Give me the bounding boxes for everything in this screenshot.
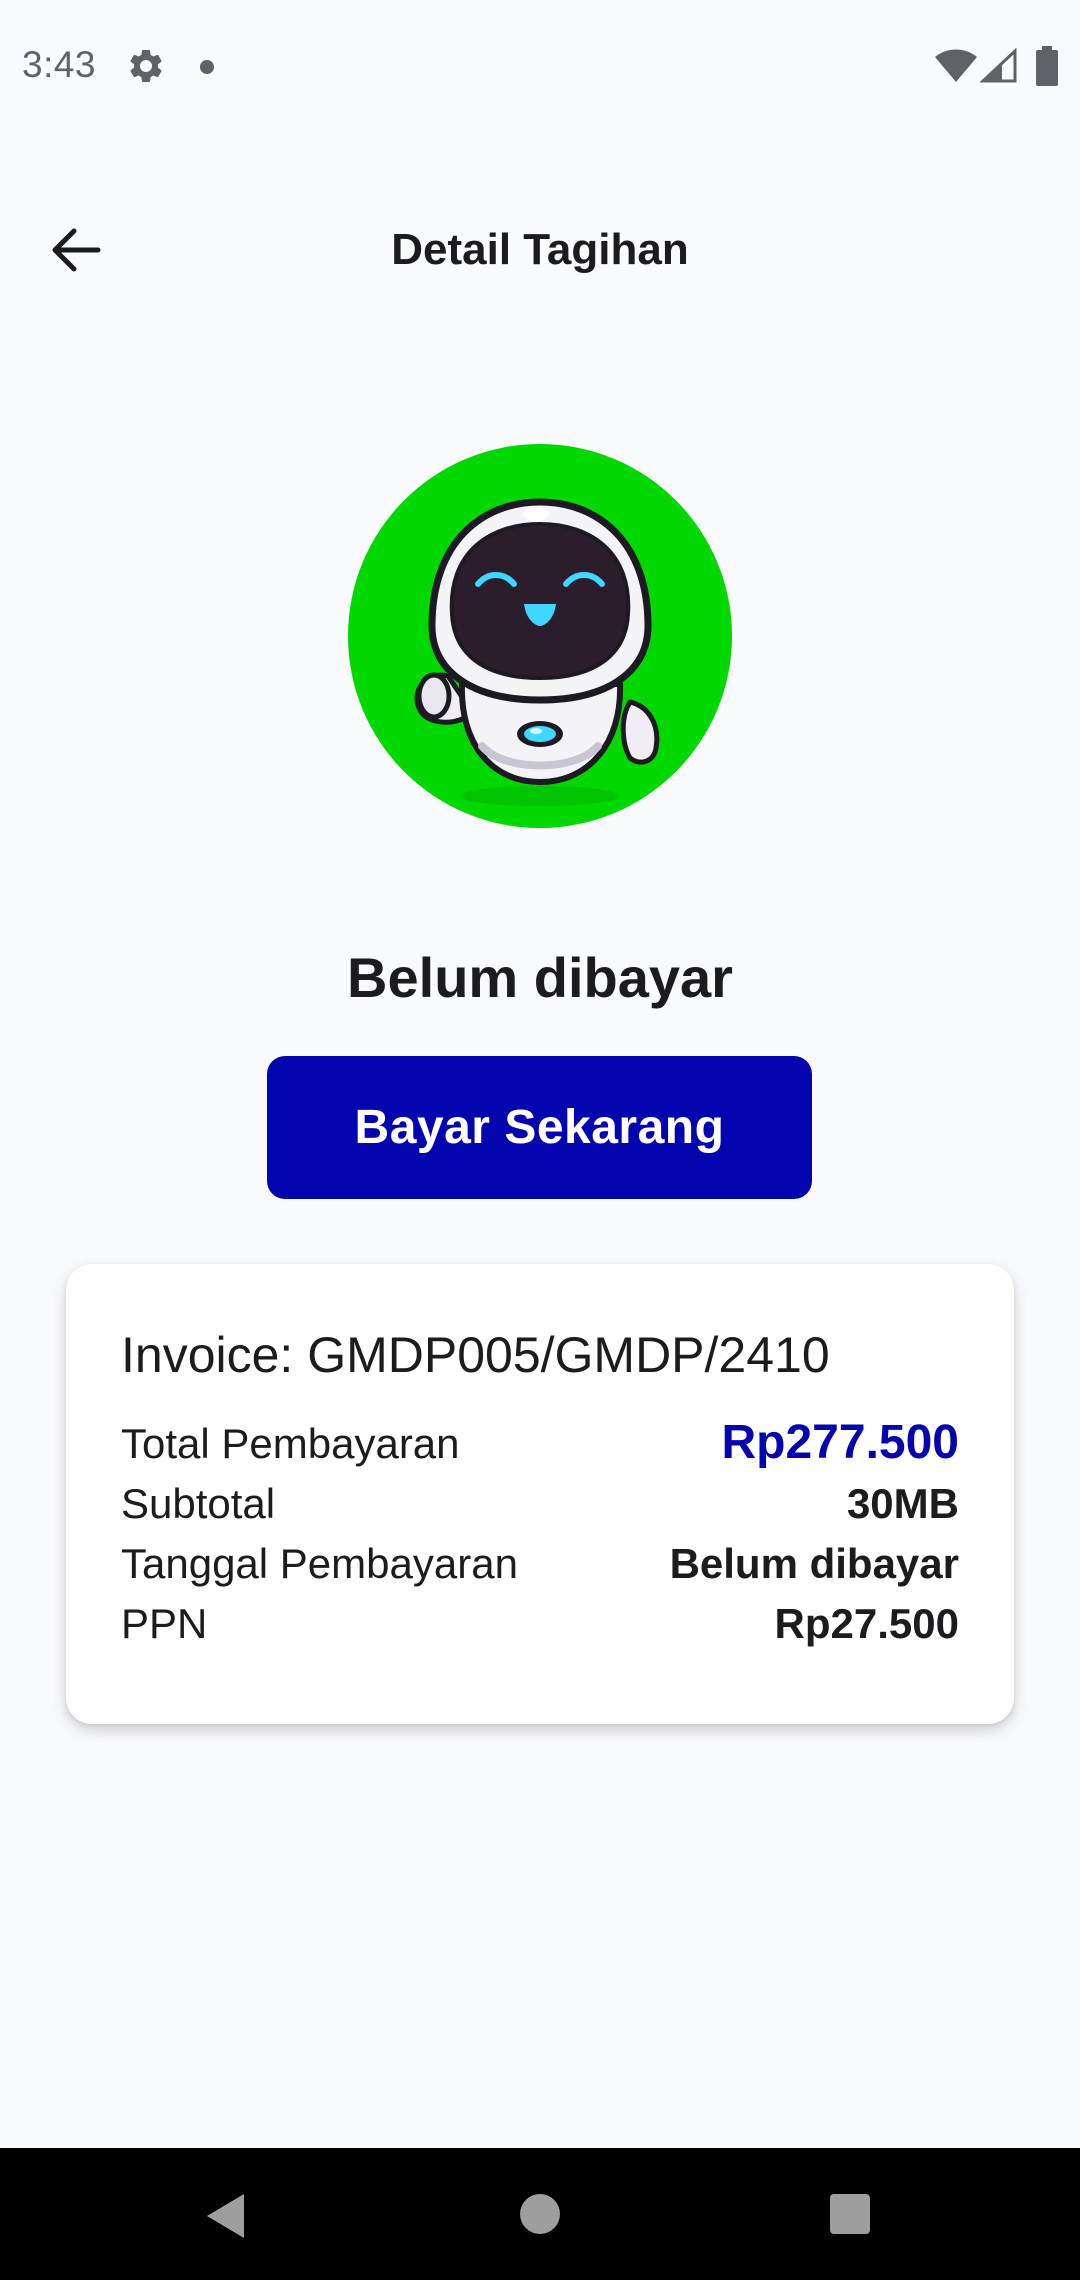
detail-label: Tanggal Pembayaran	[121, 1540, 518, 1587]
arrow-left-icon	[52, 228, 101, 272]
detail-row-total: Total Pembayaran Rp277.500	[121, 1414, 959, 1474]
detail-value: Rp27.500	[774, 1600, 959, 1647]
app-bar: Detail Tagihan	[0, 190, 1080, 310]
battery-icon	[1036, 46, 1058, 86]
detail-row-subtotal: Subtotal 30MB	[121, 1474, 959, 1534]
status-time: 3:43	[22, 44, 97, 85]
total-payment-value: Rp277.500	[721, 1416, 960, 1469]
detail-label: Subtotal	[121, 1480, 276, 1527]
robot-mascot-icon	[414, 498, 660, 806]
detail-row-ppn: PPN Rp27.500	[121, 1594, 959, 1654]
page-title: Detail Tagihan	[391, 225, 689, 274]
invoice-card: Invoice: GMDP005/GMDP/2410 Total Pembaya…	[66, 1264, 1014, 1724]
pay-now-button[interactable]: Bayar Sekarang	[267, 1056, 812, 1199]
screen: 3:43 Detail Tagihan Belum dibayar Bayar …	[0, 0, 1080, 2280]
status-bar: 3:43	[0, 0, 1080, 135]
nav-home-icon[interactable]	[520, 2194, 560, 2234]
detail-row-payment-date: Tanggal Pembayaran Belum dibayar	[121, 1534, 959, 1594]
payment-status-heading: Belum dibayar	[347, 946, 733, 1009]
avatar	[348, 444, 732, 828]
gear-icon	[130, 49, 162, 82]
detail-label: PPN	[121, 1600, 208, 1647]
signal-icon	[980, 48, 1017, 83]
detail-label: Total Pembayaran	[121, 1420, 460, 1467]
invoice-number: Invoice: GMDP005/GMDP/2410	[121, 1327, 830, 1383]
notification-dot-icon	[200, 60, 214, 74]
back-button[interactable]	[40, 220, 112, 280]
detail-value: Belum dibayar	[669, 1540, 959, 1587]
wifi-icon	[935, 49, 977, 82]
detail-value: 30MB	[846, 1480, 959, 1527]
nav-recents-icon[interactable]	[830, 2194, 870, 2234]
system-nav-bar	[0, 2148, 1080, 2280]
nav-back-icon[interactable]	[204, 2192, 248, 2240]
